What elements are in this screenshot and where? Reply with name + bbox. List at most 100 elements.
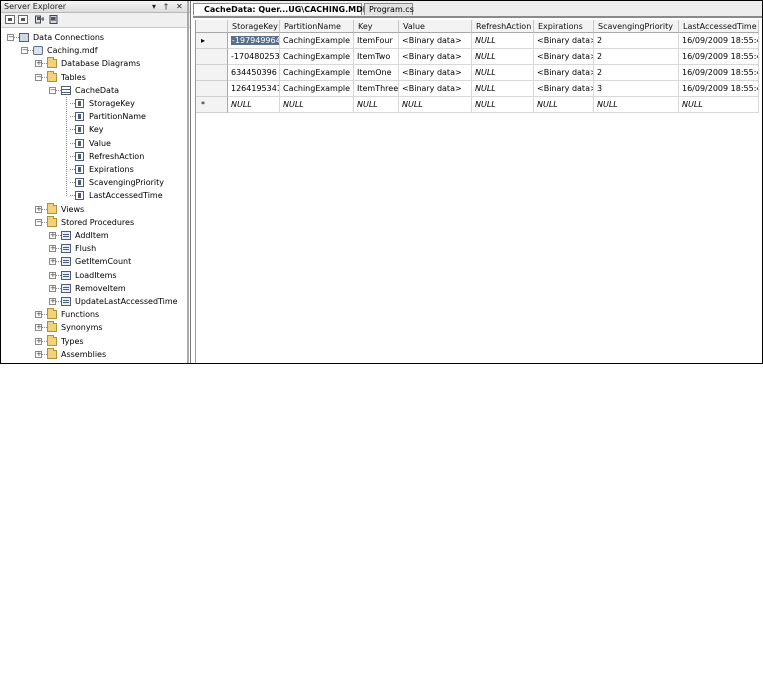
tree-node[interactable]: + Assemblies <box>1 348 187 361</box>
tree-node[interactable]: ScavengingPriority <box>1 176 187 189</box>
auto-hide-pin-icon[interactable]: † <box>164 1 168 12</box>
table-cell[interactable]: <Binary data> <box>399 65 472 81</box>
table-cell[interactable]: 634450396 <box>228 65 280 81</box>
table-cell[interactable]: -1979499645 <box>228 33 280 49</box>
expand-icon[interactable]: + <box>35 311 42 318</box>
tree-node[interactable]: Expirations <box>1 163 187 176</box>
table-cell[interactable]: <Binary data> <box>399 49 472 65</box>
tree-node[interactable]: + Flush <box>1 242 187 255</box>
tree-node[interactable]: Value <box>1 137 187 150</box>
tree-node[interactable]: + UpdateLastAccessedTime <box>1 295 187 308</box>
tree-node[interactable]: − Stored Procedures <box>1 216 187 229</box>
table-cell[interactable]: NULL <box>472 65 534 81</box>
tree-node[interactable]: + Types <box>1 335 187 348</box>
collapse-icon[interactable]: − <box>35 219 42 226</box>
table-cell[interactable]: 16/09/2009 18:55:46 <box>679 65 759 81</box>
row-selector[interactable] <box>196 81 228 97</box>
server-explorer-scrollbar[interactable] <box>187 1 189 363</box>
new-row-marker[interactable]: * <box>196 97 228 113</box>
collapse-icon[interactable]: − <box>49 87 56 94</box>
table-cell[interactable]: <Binary data> <box>399 33 472 49</box>
tree-node[interactable]: + GetItemCount <box>1 255 187 268</box>
tree-node[interactable]: + Functions <box>1 308 187 321</box>
column-header[interactable]: StorageKey <box>228 20 280 33</box>
table-cell[interactable]: ItemOne <box>354 65 399 81</box>
column-header[interactable]: Key <box>354 20 399 33</box>
table-cell[interactable]: ItemThree <box>354 81 399 97</box>
table-cell[interactable]: ItemFour <box>354 33 399 49</box>
tree-node[interactable]: StorageKey <box>1 97 187 110</box>
tree-node[interactable]: + RemoveItem <box>1 282 187 295</box>
expand-icon[interactable]: + <box>35 351 42 358</box>
table-cell[interactable]: 1264195341 <box>228 81 280 97</box>
table-cell[interactable]: CachingExample <box>280 33 354 49</box>
expand-icon[interactable]: + <box>35 60 42 67</box>
connect-to-server-icon[interactable] <box>49 15 59 24</box>
table-cell[interactable]: 2 <box>594 49 679 65</box>
table-cell[interactable]: 16/09/2009 18:55:46 <box>679 33 759 49</box>
table-cell[interactable]: <Binary data> <box>534 65 594 81</box>
table-cell[interactable]: NULL <box>534 97 594 113</box>
tab-program-cs[interactable]: Program.cs <box>364 3 414 15</box>
tree-node[interactable]: + Views <box>1 203 187 216</box>
connect-to-database-icon[interactable] <box>35 15 45 24</box>
collapse-icon[interactable]: − <box>35 74 42 81</box>
expand-icon[interactable]: + <box>49 285 56 292</box>
expand-icon[interactable]: + <box>35 324 42 331</box>
expand-icon[interactable]: + <box>49 298 56 305</box>
expand-icon[interactable]: + <box>49 232 56 239</box>
stop-refresh-icon[interactable] <box>18 15 28 24</box>
row-selector[interactable]: ▸ <box>196 33 228 49</box>
table-cell[interactable]: NULL <box>472 81 534 97</box>
table-cell[interactable]: 2 <box>594 65 679 81</box>
table-cell[interactable]: NULL <box>472 97 534 113</box>
column-header[interactable]: ScavengingPriority <box>594 20 679 33</box>
table-cell[interactable]: ItemTwo <box>354 49 399 65</box>
table-cell[interactable]: 16/09/2009 18:55:46 <box>679 49 759 65</box>
column-header[interactable]: RefreshAction <box>472 20 534 33</box>
table-cell[interactable]: NULL <box>280 97 354 113</box>
tree-node[interactable]: RefreshAction <box>1 150 187 163</box>
expand-icon[interactable]: + <box>49 272 56 279</box>
table-cell[interactable]: NULL <box>472 33 534 49</box>
table-cell[interactable]: <Binary data> <box>534 33 594 49</box>
column-header[interactable]: PartitionName <box>280 20 354 33</box>
table-cell[interactable]: 2 <box>594 33 679 49</box>
tree-node[interactable]: − Tables <box>1 71 187 84</box>
refresh-icon[interactable] <box>5 15 15 24</box>
table-cell[interactable]: NULL <box>228 97 280 113</box>
table-cell[interactable]: NULL <box>354 97 399 113</box>
column-header[interactable]: Value <box>399 20 472 33</box>
table-cell[interactable]: CachingExample <box>280 49 354 65</box>
column-header[interactable]: LastAccessedTime <box>679 20 759 33</box>
grid-corner-header[interactable] <box>196 20 228 33</box>
collapse-icon[interactable]: − <box>21 47 28 54</box>
table-cell[interactable]: NULL <box>472 49 534 65</box>
table-cell[interactable]: <Binary data> <box>399 81 472 97</box>
window-position-dropdown-icon[interactable]: ▾ <box>152 1 156 12</box>
tree-node[interactable]: + AddItem <box>1 229 187 242</box>
table-cell[interactable]: <Binary data> <box>534 81 594 97</box>
row-selector[interactable] <box>196 49 228 65</box>
close-icon[interactable]: ✕ <box>176 1 183 12</box>
tree-node[interactable]: Key <box>1 123 187 136</box>
table-cell[interactable]: NULL <box>679 97 759 113</box>
table-cell[interactable]: CachingExample <box>280 65 354 81</box>
expand-icon[interactable]: + <box>35 338 42 345</box>
table-cell[interactable]: CachingExample <box>280 81 354 97</box>
tab-cachedata-query[interactable]: CacheData: Quer...UG\CACHING.MDF) <box>193 3 372 15</box>
expand-icon[interactable]: + <box>35 206 42 213</box>
tree-node[interactable]: + Database Diagrams <box>1 57 187 70</box>
table-cell[interactable]: <Binary data> <box>534 49 594 65</box>
collapse-icon[interactable]: − <box>7 34 14 41</box>
table-cell[interactable]: 16/09/2009 18:55:46 <box>679 81 759 97</box>
tree-node[interactable]: PartitionName <box>1 110 187 123</box>
column-header[interactable]: Expirations <box>534 20 594 33</box>
expand-icon[interactable]: + <box>49 258 56 265</box>
tree-node[interactable]: + Synonyms <box>1 321 187 334</box>
table-cell[interactable]: NULL <box>594 97 679 113</box>
table-cell[interactable]: 3 <box>594 81 679 97</box>
tree-node[interactable]: + LoadItems <box>1 269 187 282</box>
tree-node[interactable]: LastAccessedTime <box>1 189 187 202</box>
expand-icon[interactable]: + <box>49 245 56 252</box>
